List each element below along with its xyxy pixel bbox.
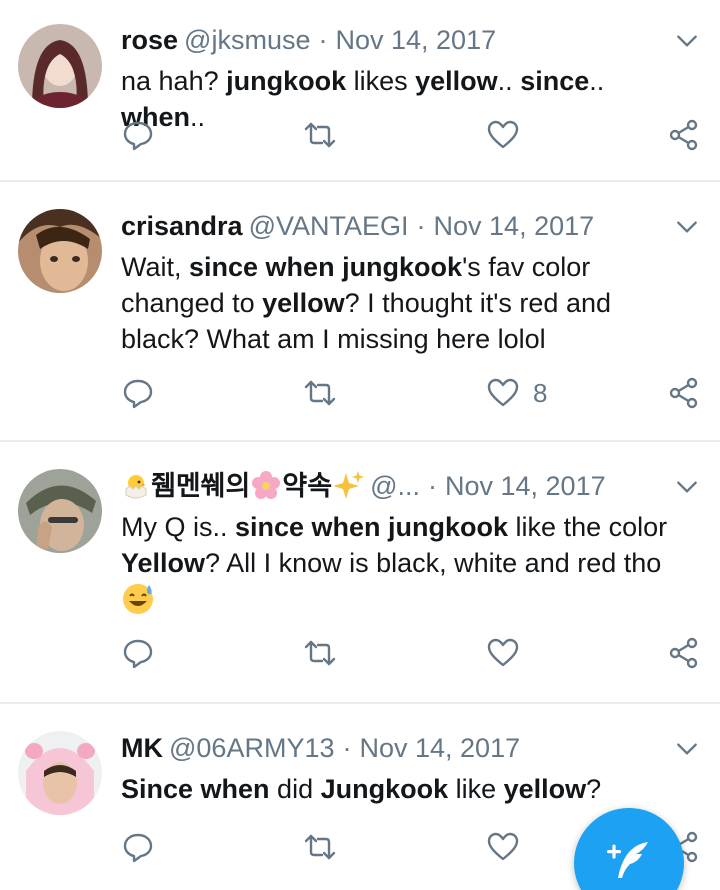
share-icon [669,637,698,669]
like-button[interactable]: 8 [487,373,547,413]
avatar[interactable] [18,209,102,293]
like-button[interactable] [487,633,533,673]
display-name[interactable]: MK [121,733,163,763]
share-icon [669,119,698,151]
retweet-button[interactable] [304,827,336,867]
separator-dot: · [427,471,437,501]
retweet-button[interactable] [304,115,336,155]
reply-icon [123,833,153,863]
heart-icon [487,120,519,149]
share-button[interactable] [668,373,700,413]
hatching-chick-icon [121,471,151,509]
tweet-date[interactable]: Nov 14, 2017 [335,25,496,55]
tweet-actions [0,633,720,673]
share-button[interactable] [668,115,700,155]
tweet-header: crisandra @VANTAEGI · Nov 14, 2017 [121,209,660,243]
tweet-text: Since when did Jungkook like yellow? [121,774,602,804]
share-icon [669,377,698,409]
retweet-icon [304,122,336,148]
tweet-date[interactable]: Nov 14, 2017 [359,733,520,763]
separator-dot: · [416,211,426,241]
tweet-actions: 8 [0,373,720,413]
user-handle[interactable]: @... [370,471,420,501]
retweet-button[interactable] [304,633,336,673]
sparkles-icon [332,469,365,509]
share-button[interactable] [668,633,700,673]
heart-icon [487,638,519,667]
tweet-date[interactable]: Nov 14, 2017 [434,211,595,241]
reply-button[interactable] [122,827,154,867]
reply-icon [123,121,153,151]
reply-icon [123,639,153,669]
avatar[interactable] [18,731,102,815]
tweet[interactable]: rose @jksmuse · Nov 14, 2017 na hah? jungko… [0,0,720,182]
tweet-date[interactable]: Nov 14, 2017 [445,471,606,501]
tweet[interactable]: 쥄멘쒜의 약속 @... · Nov 14, 2017 My Q is.. since … [0,442,720,704]
user-handle[interactable]: @jksmuse [184,25,310,55]
heart-icon [487,378,519,407]
reply-icon [123,379,153,409]
tweet-text: Wait, since when jungkook's fav color ch… [121,252,611,354]
display-name[interactable]: crisandra [121,211,243,241]
user-handle[interactable]: @06ARMY13 [169,733,334,763]
retweet-button[interactable] [304,373,336,413]
chevron-down-icon[interactable] [674,28,700,54]
avatar[interactable] [18,24,102,108]
tweet-header: MK @06ARMY13 · Nov 14, 2017 [121,731,660,765]
chevron-down-icon[interactable] [674,214,700,240]
tweet-header: 쥄멘쒜의 약속 @... · Nov 14, 2017 [121,469,660,503]
separator-dot: · [342,733,352,763]
like-button[interactable] [487,827,533,867]
avatar[interactable] [18,469,102,553]
chevron-down-icon[interactable] [674,474,700,500]
retweet-icon [304,834,336,860]
retweet-icon [304,640,336,666]
like-count: 8 [533,377,548,408]
tweet-header: rose @jksmuse · Nov 14, 2017 [121,23,660,57]
timeline: rose @jksmuse · Nov 14, 2017 na hah? jungko… [0,0,720,890]
heart-icon [487,832,519,861]
display-name[interactable]: rose [121,25,178,55]
reply-button[interactable] [122,633,154,673]
display-name[interactable]: 쥄멘쒜의 [151,471,250,501]
chevron-down-icon[interactable] [674,736,700,762]
tweet-actions [0,115,720,155]
sweat-smile-emoji-icon [121,581,155,624]
user-handle[interactable]: @VANTAEGI [249,211,409,241]
retweet-icon [304,380,336,406]
tweet-text: My Q is.. since when jungkook like the c… [121,509,690,624]
compose-tweet-icon [607,842,648,878]
reply-button[interactable] [122,373,154,413]
tweet[interactable]: crisandra @VANTAEGI · Nov 14, 2017 Wait, si… [0,182,720,442]
display-name-part[interactable]: 약속 [282,471,332,501]
cherry-blossom-icon [250,469,282,509]
separator-dot: · [318,25,328,55]
like-button[interactable] [487,115,533,155]
reply-button[interactable] [122,115,154,155]
